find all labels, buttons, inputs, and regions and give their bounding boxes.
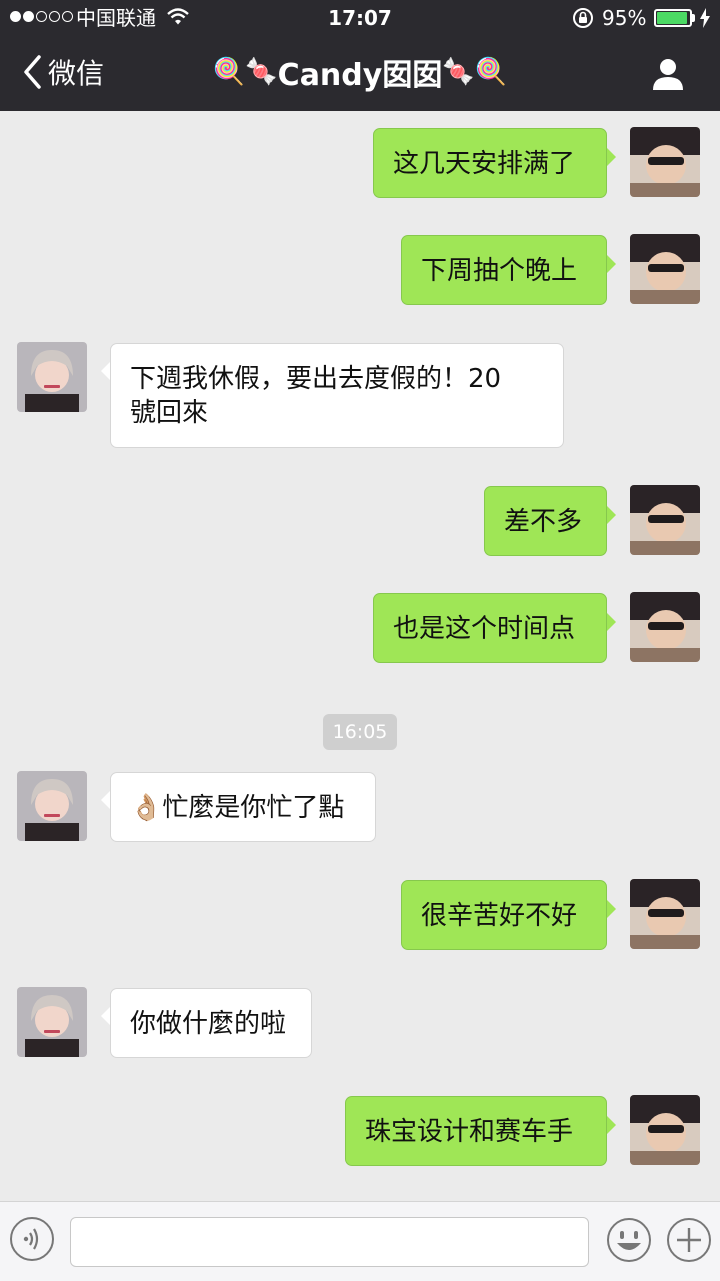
my-message-bubble[interactable]: 下周抽个晚上	[401, 235, 607, 305]
message-text: 也是这个时间点	[393, 614, 576, 644]
chevron-left-icon	[24, 55, 41, 89]
contact-message-bubble[interactable]: 下週我休假，要出去度假的！20 號回來	[110, 343, 564, 448]
back-button[interactable]: 微信	[22, 52, 104, 92]
message-text: 差不多	[504, 507, 583, 537]
top-bar: 中国联通 17:07 95% 微信 🍭🍬 Candy囡囡 🍬🍭	[0, 0, 720, 111]
message-text: 你做什麼的啦	[130, 1009, 287, 1039]
chat-screen: 中国联通 17:07 95% 微信 🍭🍬 Candy囡囡 🍬🍭 这几天安排满了 …	[0, 0, 720, 1281]
my-message-bubble[interactable]: 也是这个时间点	[373, 593, 607, 663]
contact-name: Candy囡囡	[277, 58, 443, 93]
my-message-bubble[interactable]: 很辛苦好不好	[401, 880, 607, 950]
title-emoji-right: 🍬🍭	[442, 57, 508, 87]
my-message-bubble[interactable]: 差不多	[484, 486, 607, 556]
contact-avatar[interactable]	[17, 987, 87, 1057]
title-emoji-left: 🍭🍬	[212, 57, 278, 87]
message-text: 忙麼是你忙了點	[162, 793, 345, 823]
my-avatar[interactable]	[630, 234, 700, 304]
back-label: 微信	[48, 57, 105, 90]
battery-icon	[654, 9, 692, 27]
contact-avatar[interactable]	[17, 771, 87, 841]
my-message-bubble[interactable]: 这几天安排满了	[373, 128, 607, 198]
rotation-lock-icon	[573, 8, 593, 28]
my-message-bubble[interactable]: 珠宝设计和赛车手	[345, 1096, 607, 1166]
message-text: 这几天安排满了	[393, 149, 576, 179]
status-bar: 中国联通 17:07 95%	[0, 0, 720, 38]
battery-percent: 95%	[602, 6, 647, 30]
input-bar	[0, 1201, 720, 1281]
voice-icon	[23, 1228, 39, 1250]
my-avatar[interactable]	[630, 592, 700, 662]
emoji-icon[interactable]	[606, 1217, 652, 1263]
my-avatar[interactable]	[630, 485, 700, 555]
message-text-line: 下週我休假，要出去度假的！20	[130, 364, 502, 394]
message-text: 下周抽个晚上	[421, 256, 578, 286]
voice-input-button[interactable]	[10, 1217, 54, 1261]
contact-message-bubble[interactable]: 👌🏼忙麼是你忙了點	[110, 772, 376, 842]
message-text-line: 號回來	[130, 398, 209, 428]
time-divider: 16:05	[323, 714, 397, 750]
person-icon[interactable]	[650, 56, 686, 92]
contact-message-bubble[interactable]: 你做什麼的啦	[110, 988, 312, 1058]
message-text: 珠宝设计和赛车手	[365, 1117, 574, 1147]
ok-hand-emoji: 👌🏼	[130, 793, 163, 823]
message-text: 很辛苦好不好	[421, 901, 578, 931]
contact-avatar[interactable]	[17, 342, 87, 412]
message-input[interactable]	[70, 1217, 589, 1267]
battery-tip	[692, 14, 695, 22]
my-avatar[interactable]	[630, 879, 700, 949]
my-avatar[interactable]	[630, 127, 700, 197]
plus-icon[interactable]	[666, 1217, 712, 1263]
chat-title: 🍭🍬 Candy囡囡 🍬🍭	[150, 50, 570, 94]
charging-icon	[700, 8, 710, 28]
my-avatar[interactable]	[630, 1095, 700, 1165]
